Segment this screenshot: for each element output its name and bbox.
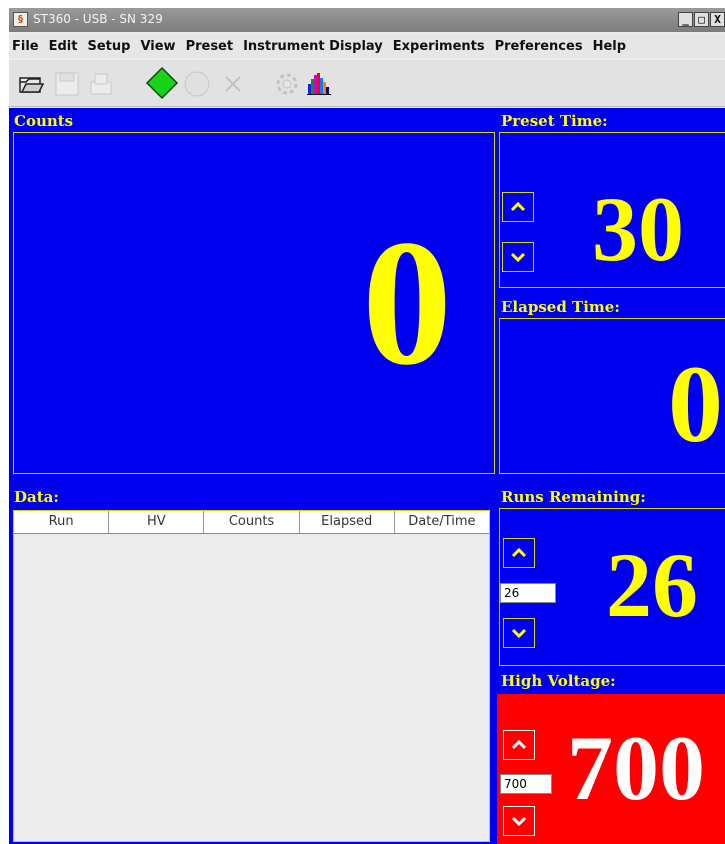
- menu-experiments[interactable]: Experiments: [393, 39, 485, 54]
- high-voltage-panel: 700: [497, 694, 725, 844]
- runs-remaining-input[interactable]: [500, 583, 556, 603]
- stop-circle-icon[interactable]: [183, 70, 211, 98]
- close-button[interactable]: X: [710, 12, 725, 27]
- preset-time-up-button[interactable]: [502, 192, 534, 222]
- print-icon[interactable]: [87, 70, 115, 98]
- toolbar: [9, 60, 725, 107]
- high-voltage-down-button[interactable]: [503, 806, 535, 836]
- elapsed-time-value: 0: [668, 343, 723, 465]
- title-bar: § ST360 - USB - SN 329 _ □ X: [9, 8, 725, 32]
- minimize-button[interactable]: _: [678, 12, 693, 27]
- settings-gear-icon[interactable]: [273, 70, 301, 98]
- high-voltage-value: 700: [567, 717, 705, 819]
- menu-help[interactable]: Help: [593, 39, 626, 54]
- menu-view[interactable]: View: [140, 39, 175, 54]
- menu-file[interactable]: File: [12, 39, 39, 54]
- data-table[interactable]: Run HV Counts Elapsed Date/Time: [13, 510, 490, 842]
- preset-time-down-button[interactable]: [502, 242, 534, 272]
- chevron-down-icon: [511, 628, 527, 639]
- high-voltage-input[interactable]: [500, 774, 552, 794]
- save-icon[interactable]: [53, 70, 81, 98]
- menu-edit[interactable]: Edit: [49, 39, 78, 54]
- counts-value: 0: [362, 203, 452, 402]
- start-diamond-icon[interactable]: [145, 66, 179, 100]
- high-voltage-label: High Voltage:: [501, 672, 616, 690]
- window-title: ST360 - USB - SN 329: [33, 12, 163, 26]
- counts-label: Counts: [14, 112, 74, 130]
- app-window: § ST360 - USB - SN 329 _ □ X File Edit S…: [9, 8, 725, 844]
- column-header-hv[interactable]: HV: [109, 511, 205, 533]
- elapsed-time-panel: 0: [499, 318, 725, 474]
- menu-preset[interactable]: Preset: [186, 39, 234, 54]
- menu-bar: File Edit Setup View Preset Instrument D…: [9, 34, 725, 58]
- menu-instrument-display[interactable]: Instrument Display: [243, 39, 383, 54]
- menu-preferences[interactable]: Preferences: [495, 39, 583, 54]
- elapsed-time-label: Elapsed Time:: [501, 298, 620, 316]
- column-header-date-time[interactable]: Date/Time: [395, 511, 489, 533]
- runs-remaining-value: 26: [606, 534, 698, 636]
- runs-remaining-up-button[interactable]: [503, 538, 535, 568]
- clear-x-icon[interactable]: [219, 70, 247, 98]
- menu-setup[interactable]: Setup: [87, 39, 130, 54]
- table-header: Run HV Counts Elapsed Date/Time: [14, 511, 489, 534]
- runs-remaining-label: Runs Remaining:: [501, 488, 646, 506]
- preset-time-value: 30: [592, 178, 684, 280]
- maximize-button[interactable]: □: [694, 12, 709, 27]
- column-header-elapsed[interactable]: Elapsed: [300, 511, 395, 533]
- preset-time-label: Preset Time:: [501, 112, 608, 130]
- chevron-up-icon: [511, 739, 527, 750]
- data-label: Data:: [14, 488, 59, 506]
- java-app-icon: §: [13, 12, 28, 27]
- runs-remaining-down-button[interactable]: [503, 618, 535, 648]
- main-display: Counts 0 Preset Time: 30 Elapsed Time: 0…: [9, 108, 725, 844]
- chevron-up-icon: [510, 201, 526, 212]
- chevron-down-icon: [511, 816, 527, 827]
- counts-panel: 0: [13, 132, 495, 474]
- chevron-down-icon: [510, 252, 526, 263]
- column-header-run[interactable]: Run: [14, 511, 110, 533]
- open-folder-icon[interactable]: [17, 70, 45, 98]
- window-controls: _ □ X: [677, 12, 725, 27]
- column-header-counts[interactable]: Counts: [204, 511, 300, 533]
- chevron-up-icon: [511, 547, 527, 558]
- histogram-icon[interactable]: [305, 70, 333, 98]
- high-voltage-up-button[interactable]: [503, 730, 535, 760]
